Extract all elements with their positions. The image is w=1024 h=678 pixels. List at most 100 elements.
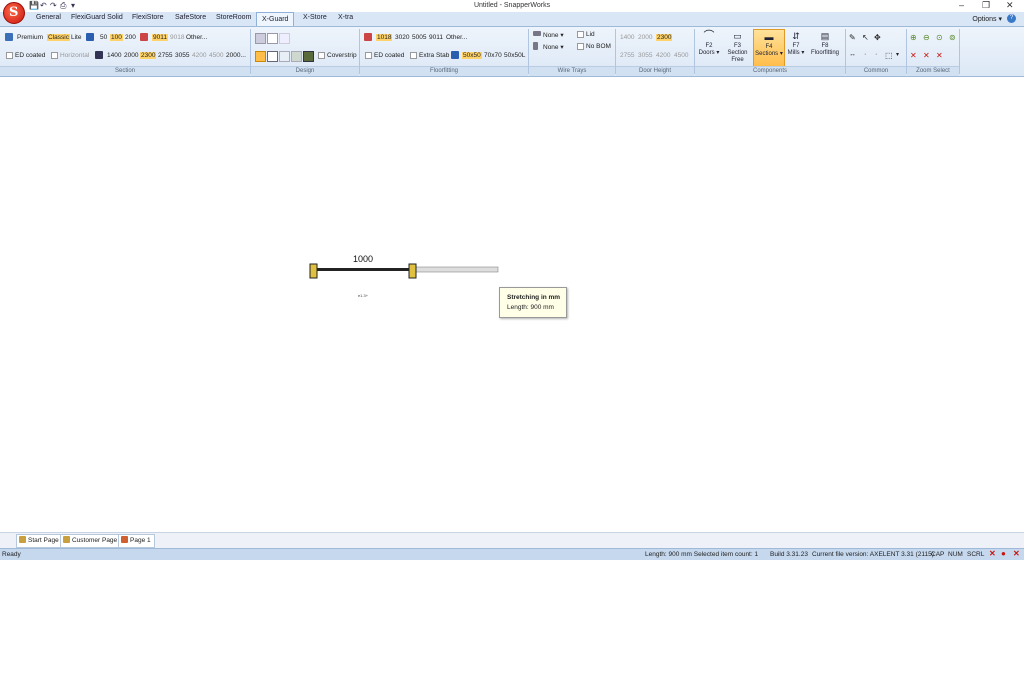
post-left[interactable] (309, 263, 318, 279)
select-box-icon[interactable]: ⬚ (885, 51, 893, 60)
floor-ed-coated-checkbox[interactable] (365, 52, 372, 59)
door-height-1400[interactable]: 1400 (620, 34, 634, 41)
page-tab-start[interactable]: Start Page (16, 534, 63, 548)
floor-color-5005-option[interactable]: 5005 (412, 34, 426, 41)
status-info: Length: 900 mm Selected item count: 1 (645, 551, 759, 558)
floor-color-3020-option[interactable]: 3020 (395, 34, 409, 41)
design-sheet-icon[interactable] (267, 51, 278, 62)
status-warning-icon[interactable]: ● (1001, 550, 1009, 558)
design-light-icon[interactable] (279, 33, 290, 44)
select-dropdown-icon[interactable]: ▾ (896, 51, 899, 58)
zoom-window-icon[interactable]: ⊚ (949, 33, 956, 42)
foot-50x50l-option[interactable]: 50x50L (504, 52, 525, 59)
wire-tray-dropdown-2[interactable]: None ▾ (543, 43, 564, 51)
height-100-option[interactable]: 100 (110, 34, 123, 41)
length-2755-option[interactable]: 2755 (158, 52, 172, 59)
maximize-button[interactable]: ❐ (982, 0, 990, 11)
step-right-icon[interactable]: · (875, 51, 877, 58)
door-height-3055[interactable]: 3055 (638, 52, 652, 59)
zoom-in-icon[interactable]: ⊕ (910, 33, 917, 42)
doors-button[interactable]: ⌒ F2 Doors ▾ (697, 29, 721, 66)
tab-safestore[interactable]: SafeStore (175, 14, 206, 21)
page-tab-customer[interactable]: Customer Page (60, 534, 122, 548)
foot-icon (451, 51, 459, 59)
color-9011-option[interactable]: 9011 (152, 34, 168, 41)
select-sections-icon[interactable]: ✕ (923, 51, 930, 60)
coverstrip-checkbox[interactable] (318, 52, 325, 59)
design-solid-icon[interactable] (303, 51, 314, 62)
door-height-2000[interactable]: 2000 (638, 34, 652, 41)
horizontal-checkbox[interactable] (51, 52, 58, 59)
tab-flexistore[interactable]: FlexiStore (132, 14, 164, 21)
height-icon (86, 33, 94, 41)
wire-tray-dropdown-1[interactable]: None ▾ (543, 31, 564, 39)
options-menu[interactable]: Options ▾ (972, 15, 1002, 23)
classic-option[interactable]: Classic (47, 34, 70, 41)
minimize-button[interactable]: – (959, 0, 964, 10)
color-9018-option[interactable]: 9018 (170, 34, 184, 41)
design-glass-icon[interactable] (279, 51, 290, 62)
tab-x-guard[interactable]: X-Guard (256, 12, 295, 26)
close-button[interactable]: ✕ (1006, 0, 1014, 11)
pen-icon[interactable]: ✎ (849, 33, 856, 42)
placed-section[interactable] (314, 268, 414, 271)
door-height-2300[interactable]: 2300 (656, 34, 673, 41)
floorfitting-button[interactable]: ▤ F8 Floorfitting (808, 29, 842, 66)
zoom-fit-icon[interactable]: ⊙ (936, 33, 943, 42)
floor-color-9011-option[interactable]: 9011 (429, 34, 443, 41)
length-2300-option[interactable]: 2300 (140, 52, 157, 59)
status-error-icon[interactable]: ✕ (989, 550, 997, 558)
pointer-icon[interactable]: ↖ (862, 33, 869, 42)
mills-icon: ⇵ (792, 31, 800, 41)
length-4200-option[interactable]: 4200 (192, 52, 206, 59)
height-200-option[interactable]: 200 (125, 34, 136, 41)
length-3055-option[interactable]: 3055 (175, 52, 189, 59)
select-posts-icon[interactable]: ✕ (936, 51, 943, 60)
floor-color-1018-option[interactable]: 1018 (376, 34, 393, 41)
horizontal-label: Horizontal (60, 52, 90, 59)
door-height-4200[interactable]: 4200 (656, 52, 670, 59)
length-1400-option[interactable]: 1400 (107, 52, 121, 59)
components-group-label: Components (695, 66, 845, 76)
tab-flexiguard-solid[interactable]: FlexiGuard Solid (71, 14, 123, 21)
section-free-button[interactable]: ▭ F3 Section Free (724, 29, 751, 66)
color-other-option[interactable]: Other... (186, 34, 207, 41)
help-icon[interactable]: ? (1007, 14, 1016, 23)
zoom-out-icon[interactable]: ⊖ (923, 33, 930, 42)
lid-checkbox[interactable] (577, 31, 584, 38)
design-perforated-icon[interactable] (291, 51, 302, 62)
door-height-2755[interactable]: 2755 (620, 52, 634, 59)
mills-button[interactable]: ⇵ F7 Mills ▾ (785, 29, 807, 66)
tab-general[interactable]: General (36, 14, 61, 21)
page-tab-page1[interactable]: Page 1 (118, 534, 155, 548)
status-close-icon[interactable]: ✕ (1013, 550, 1021, 558)
wire-trays-group-label: Wire Trays (529, 66, 615, 76)
tab-x-tra[interactable]: X-tra (338, 14, 353, 21)
tab-storeroom[interactable]: StoreRoom (216, 14, 251, 21)
ed-coated-checkbox[interactable] (6, 52, 13, 59)
length-more-option[interactable]: 2000... (226, 52, 246, 59)
sections-button[interactable]: ▬ F4 Sections ▾ (753, 29, 785, 68)
length-2000-option[interactable]: 2000 (124, 52, 138, 59)
step-left-icon[interactable]: · (864, 51, 866, 58)
door-height-4500[interactable]: 4500 (674, 52, 688, 59)
post-right[interactable] (408, 263, 417, 279)
design-blank-icon[interactable] (267, 33, 278, 44)
foot-70x70-option[interactable]: 70x70 (484, 52, 502, 59)
section-preview[interactable] (415, 266, 499, 273)
height-50-option[interactable]: 50 (100, 34, 107, 41)
length-4500-option[interactable]: 4500 (209, 52, 223, 59)
app-logo-button[interactable]: S (3, 2, 25, 24)
measure-icon[interactable]: ↔ (849, 51, 856, 58)
extra-stab-checkbox[interactable] (410, 52, 417, 59)
lite-option[interactable]: Lite (71, 34, 81, 41)
move-icon[interactable]: ✥ (874, 33, 881, 42)
foot-50x50-option[interactable]: 50x50 (462, 52, 482, 59)
floor-color-other-option[interactable]: Other... (446, 34, 467, 41)
premium-option[interactable]: Premium (17, 34, 43, 41)
no-bom-checkbox[interactable] (577, 43, 584, 50)
design-mesh-icon[interactable] (255, 51, 266, 62)
tab-x-store[interactable]: X-Store (303, 14, 327, 21)
select-doors-icon[interactable]: ✕ (910, 51, 917, 60)
design-panel-icon[interactable] (255, 33, 266, 44)
